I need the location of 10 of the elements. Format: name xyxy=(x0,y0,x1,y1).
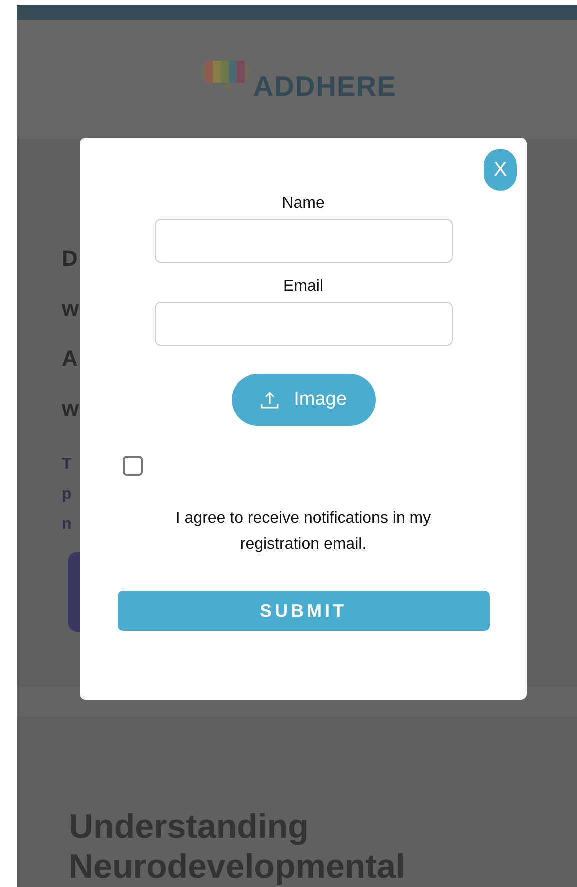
input-field[interactable] xyxy=(154,219,452,263)
submit-button[interactable]: SUBMIT xyxy=(118,591,490,631)
consent-checkbox[interactable] xyxy=(123,456,143,476)
upload-button[interactable]: Image xyxy=(232,374,376,426)
field-label: Email xyxy=(283,277,324,297)
upload-icon xyxy=(260,390,280,410)
field-label: Name xyxy=(282,194,325,214)
close-button[interactable]: X xyxy=(484,149,517,191)
input-field[interactable] xyxy=(154,302,452,346)
consent-text: I agree to receive notifications in my registration email. xyxy=(174,509,432,555)
